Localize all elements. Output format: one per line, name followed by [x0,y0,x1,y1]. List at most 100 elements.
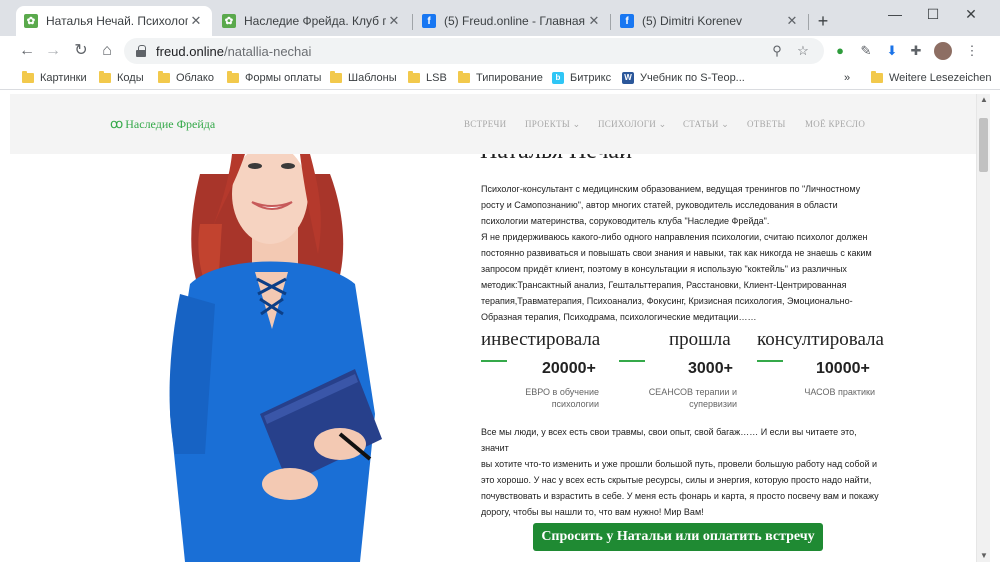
caption-line: ЧАСОВ практики [804,387,875,397]
close-window-button[interactable]: ✕ [956,4,986,24]
bookmark-folder[interactable]: Шаблоны [330,70,397,86]
site-logo[interactable]: ꝏ Наследие Фрейда [110,116,215,132]
nav-meetings[interactable]: ВСТРЕЧИ [464,119,506,129]
scrollbar-thumb[interactable] [979,118,988,172]
folder-icon [99,71,111,83]
bookmark-bitrix[interactable]: b Битрикс [552,70,611,86]
ask-and-pay-button[interactable]: Спросить у Натальи или оплатить встречу [533,523,823,551]
browser-window: { "tabs": [ {"title": "Наталья Нечай. Пс… [0,0,1000,562]
text-line: запросом придёт клиент, поэтому в консул… [481,264,847,274]
stat-word: консултировала [757,329,884,350]
tab[interactable]: ✿ Наследие Фрейда. Клуб психол ✕ [214,6,410,36]
puzzle-icon[interactable]: ✚ [906,41,926,61]
bookmark-word[interactable]: W Учебник по S-Теор... [622,70,745,86]
caption-line: супервизии [689,399,737,409]
chevron-down-icon: ⌄ [721,119,730,129]
minimize-button[interactable]: — [880,4,910,24]
avatar[interactable] [934,42,952,60]
stat-word: инвестировала [481,329,601,350]
folder-icon [330,71,342,83]
stat-caption: СЕАНСОВ терапии и супервизии [627,386,737,410]
outro-text: Все мы люди, у всех есть свои травмы, св… [481,424,881,520]
text-line: Все мы люди, у всех есть свои травмы, св… [481,427,857,453]
nav-articles[interactable]: СТАТЬИ ⌄ [683,119,729,130]
stat-caption: ЧАСОВ практики [770,386,875,398]
nav-label: ПРОЕКТЫ [525,119,571,129]
bookmark-folder[interactable]: Коды [99,70,144,86]
reload-icon[interactable]: ↻ [70,40,92,62]
tab-active[interactable]: ✿ Наталья Нечай. Психолог-конс ✕ [16,6,212,36]
site-header: ꝏ Наследие Фрейда ВСТРЕЧИ ПРОЕКТЫ ⌄ ПСИХ… [10,94,976,154]
bookmarks-overflow[interactable]: » [844,70,850,86]
extension-icon[interactable]: ✎ [856,41,876,61]
address-bar[interactable]: freud.online/natallia-nechai ⚲ ☆ [124,38,824,64]
bookmark-folder[interactable]: Формы оплаты [227,70,321,86]
logo-icon: ꝏ [110,116,124,131]
forward-arrow-icon[interactable]: → [42,40,64,62]
tab-strip: ✿ Наталья Нечай. Психолог-конс ✕ ✿ Насле… [0,0,1000,36]
window-edge [990,94,1000,562]
bookmark-label: Типирование [476,72,543,84]
green-leaf-icon: ✿ [24,14,38,28]
close-icon[interactable]: ✕ [586,13,602,29]
back-arrow-icon[interactable]: ← [16,40,38,62]
bookmark-folder[interactable]: Картинки [22,70,87,86]
bookmark-folder[interactable]: LSB [408,70,447,86]
tab-separator [808,14,809,30]
nav-answers[interactable]: ОТВЕТЫ [747,119,786,129]
lock-icon [136,45,146,57]
stat-divider [619,360,645,362]
text-line: методик:Трансактный анализ, Гештальттера… [481,280,847,290]
tab-separator [412,14,413,30]
logo-text: Наследие Фрейда [125,116,216,131]
bookmark-label: LSB [426,72,447,84]
chevron-down-icon: ⌄ [658,119,667,129]
nav-projects[interactable]: ПРОЕКТЫ ⌄ [525,119,580,130]
text-line: вы хотите что-то изменить и уже прошли б… [481,459,878,469]
new-tab-button[interactable]: + [812,10,834,32]
close-icon[interactable]: ✕ [784,13,800,29]
tab[interactable]: f (5) Freud.online - Главная ✕ [414,6,610,36]
close-icon[interactable]: ✕ [386,13,402,29]
scroll-up-arrow-icon[interactable]: ▲ [977,94,991,106]
chevron-down-icon: ⌄ [572,119,581,129]
search-icon[interactable]: ⚲ [768,42,786,60]
folder-icon [871,71,883,83]
download-icon[interactable]: ⬇ [882,41,902,61]
nav-label: ПСИХОЛОГИ [598,119,657,129]
evernote-icon[interactable]: ● [830,41,850,61]
nav-psychologists[interactable]: ПСИХОЛОГИ ⌄ [598,119,667,130]
stat-caption: ЕВРО в обучение психологии [499,386,599,410]
scroll-down-arrow-icon[interactable]: ▼ [977,550,991,562]
tab-title: (5) Dimitri Korenev [642,14,743,28]
close-icon[interactable]: ✕ [188,13,204,29]
star-icon[interactable]: ☆ [794,42,812,60]
home-icon[interactable]: ⌂ [96,40,118,62]
maximize-button[interactable]: ☐ [918,4,948,24]
stat-number: 20000+ [542,360,596,377]
text-line: Я не придерживаюсь какого-либо одного на… [481,232,868,242]
word-icon: W [622,72,634,84]
nav-my-chair[interactable]: МОЁ КРЕСЛО [805,119,865,129]
page-scrollbar[interactable]: ▲ ▼ [976,94,990,562]
tab-title: Наследие Фрейда. Клуб психол [244,14,386,28]
bookmark-label: Шаблоны [348,72,397,84]
text-line: это хорошо. У нас у всех есть скрытые ре… [481,475,872,485]
folder-icon [158,71,170,83]
menu-icon[interactable]: ⋮ [962,41,982,61]
folder-icon [227,71,239,83]
tab-title: (5) Freud.online - Главная [444,14,586,28]
stat-number: 10000+ [816,360,870,377]
tab[interactable]: f (5) Dimitri Korenev ✕ [612,6,808,36]
stat-divider [757,360,783,362]
caption-line: психологии [551,399,599,409]
bookmark-folder[interactable]: Типирование [458,70,543,86]
folder-icon [458,71,470,83]
bookmark-label: Учебник по S-Теор... [640,72,745,84]
web-page: Наталья Нечай ꝏ Наследие Фрейда ВСТРЕЧИ … [10,94,976,562]
portrait-photo [169,154,382,562]
text-line: Психолог-консультант с медицинским образ… [481,184,861,194]
other-bookmarks[interactable]: Weitere Lesezeichen [871,70,992,86]
facebook-icon: f [422,14,436,28]
bookmark-folder[interactable]: Облако [158,70,214,86]
